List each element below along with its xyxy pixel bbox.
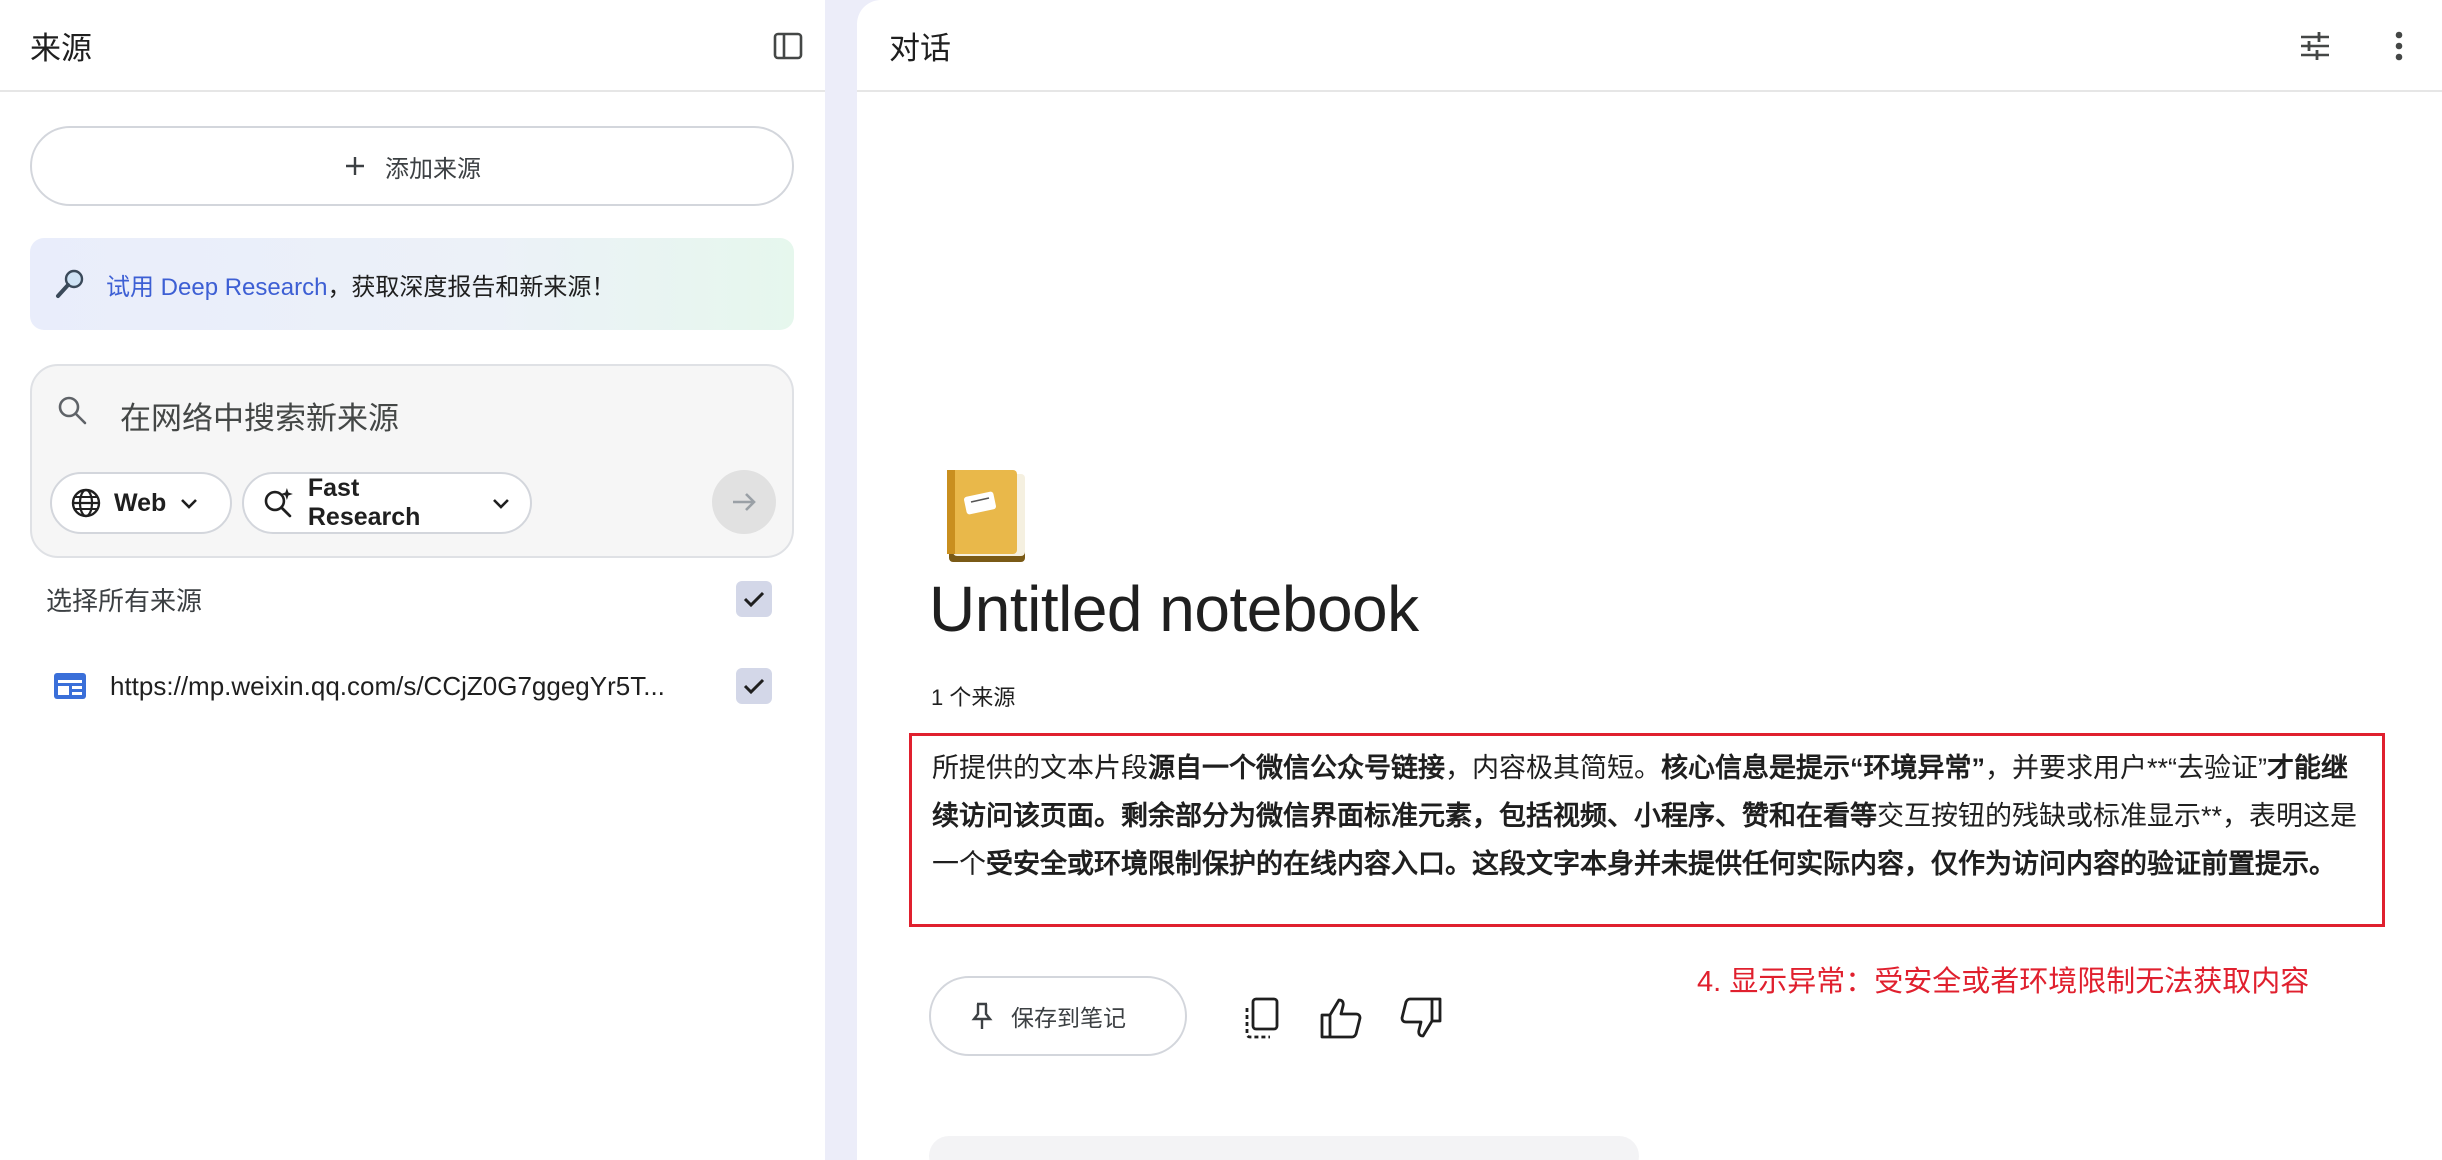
research-chip-label: Fast Research <box>307 474 421 531</box>
chevron-down-icon <box>493 499 509 509</box>
chat-header: 对话 <box>857 0 2442 92</box>
web-source-dropdown[interactable]: Web <box>50 472 232 534</box>
error-annotation: 4. 显示异常：受安全或者环境限制无法获取内容 <box>1697 966 2310 998</box>
arrow-right-icon <box>733 493 756 511</box>
magnifier-icon <box>56 269 84 298</box>
select-all-row: 选择所有来源 <box>0 569 825 629</box>
search-icon <box>52 390 92 430</box>
web-chip-label: Web <box>114 488 167 517</box>
summary-bold-segment: 源自一个微信公众号链接 <box>1148 753 1445 783</box>
save-note-label: 保存到笔记 <box>1011 1005 1126 1031</box>
deep-research-text: ，获取深度报告和新来源！ <box>327 273 616 301</box>
sources-header: 来源 <box>0 0 825 92</box>
thumbs-up-icon[interactable] <box>1315 992 1367 1044</box>
more-options-icon[interactable] <box>2379 26 2419 66</box>
summary-segment: 所提供的文本片段 <box>932 753 1148 783</box>
summary-highlight-box: 所提供的文本片段源自一个微信公众号链接，内容极其简短。核心信息是提示“环境异常”… <box>909 733 2385 927</box>
search-input[interactable] <box>120 394 720 444</box>
sources-panel: 来源 添加来源 试用 Deep Research，获取深度报告和新来源！ 在网络… <box>0 0 825 1160</box>
tune-settings-icon[interactable] <box>2295 26 2335 66</box>
select-all-label: 选择所有来源 <box>46 585 203 616</box>
sources-title: 来源 <box>30 30 92 66</box>
thumbs-down-icon[interactable] <box>1395 992 1447 1044</box>
summary-bold-segment: 核心信息是提示“环境异常” <box>1661 753 1985 783</box>
source-item[interactable]: https://mp.weixin.qq.com/s/CCjZ0G7ggegYr… <box>0 656 825 716</box>
globe-icon <box>71 488 101 518</box>
web-page-icon <box>54 673 86 699</box>
deep-research-link[interactable]: 试用 Deep Research <box>106 274 327 301</box>
check-icon <box>743 678 765 695</box>
summary-bold-segment: 受安全或环境限制保护的在线内容入口。这段文字本身并未提供任何实际内容，仅作为访问… <box>986 849 2336 879</box>
research-mode-dropdown[interactable]: Fast Research <box>242 472 532 534</box>
source-count: 1 个来源 <box>931 685 1016 710</box>
plus-icon <box>346 157 364 175</box>
deep-research-banner[interactable]: 试用 Deep Research，获取深度报告和新来源！ <box>30 238 794 330</box>
source-title[interactable]: https://mp.weixin.qq.com/s/CCjZ0G7ggegYr… <box>110 671 665 702</box>
pin-icon <box>971 1002 993 1029</box>
copy-icon[interactable] <box>1235 992 1287 1044</box>
submit-search-button[interactable] <box>712 470 776 534</box>
chat-input-area[interactable] <box>929 1136 1639 1160</box>
check-icon <box>743 591 765 608</box>
notebook-summary: 所提供的文本片段源自一个微信公众号链接，内容极其简短。核心信息是提示“环境异常”… <box>932 744 2362 888</box>
source-checkbox[interactable] <box>736 668 772 704</box>
save-to-note-button[interactable]: 保存到笔记 <box>929 976 1187 1056</box>
notebook-title[interactable]: Untitled notebook <box>929 572 1419 646</box>
chevron-down-icon <box>181 499 198 509</box>
add-source-button[interactable]: 添加来源 <box>30 126 794 206</box>
summary-segment: ，并要求用户**“去验证” <box>1985 753 2267 783</box>
sparkle-search-icon <box>264 488 293 518</box>
collapse-panel-icon[interactable] <box>770 28 806 64</box>
select-all-checkbox[interactable] <box>736 581 772 617</box>
add-source-label: 添加来源 <box>385 155 481 183</box>
notebook-emoji-icon <box>947 470 1025 562</box>
summary-segment: ，内容极其简短。 <box>1445 753 1661 783</box>
chat-title: 对话 <box>889 30 951 66</box>
web-search-box: Web Fast Research <box>30 364 794 558</box>
chat-panel: 对话 Untitled notebook 1 个来源 所提供的文本片段源自一个微… <box>857 0 2442 1160</box>
